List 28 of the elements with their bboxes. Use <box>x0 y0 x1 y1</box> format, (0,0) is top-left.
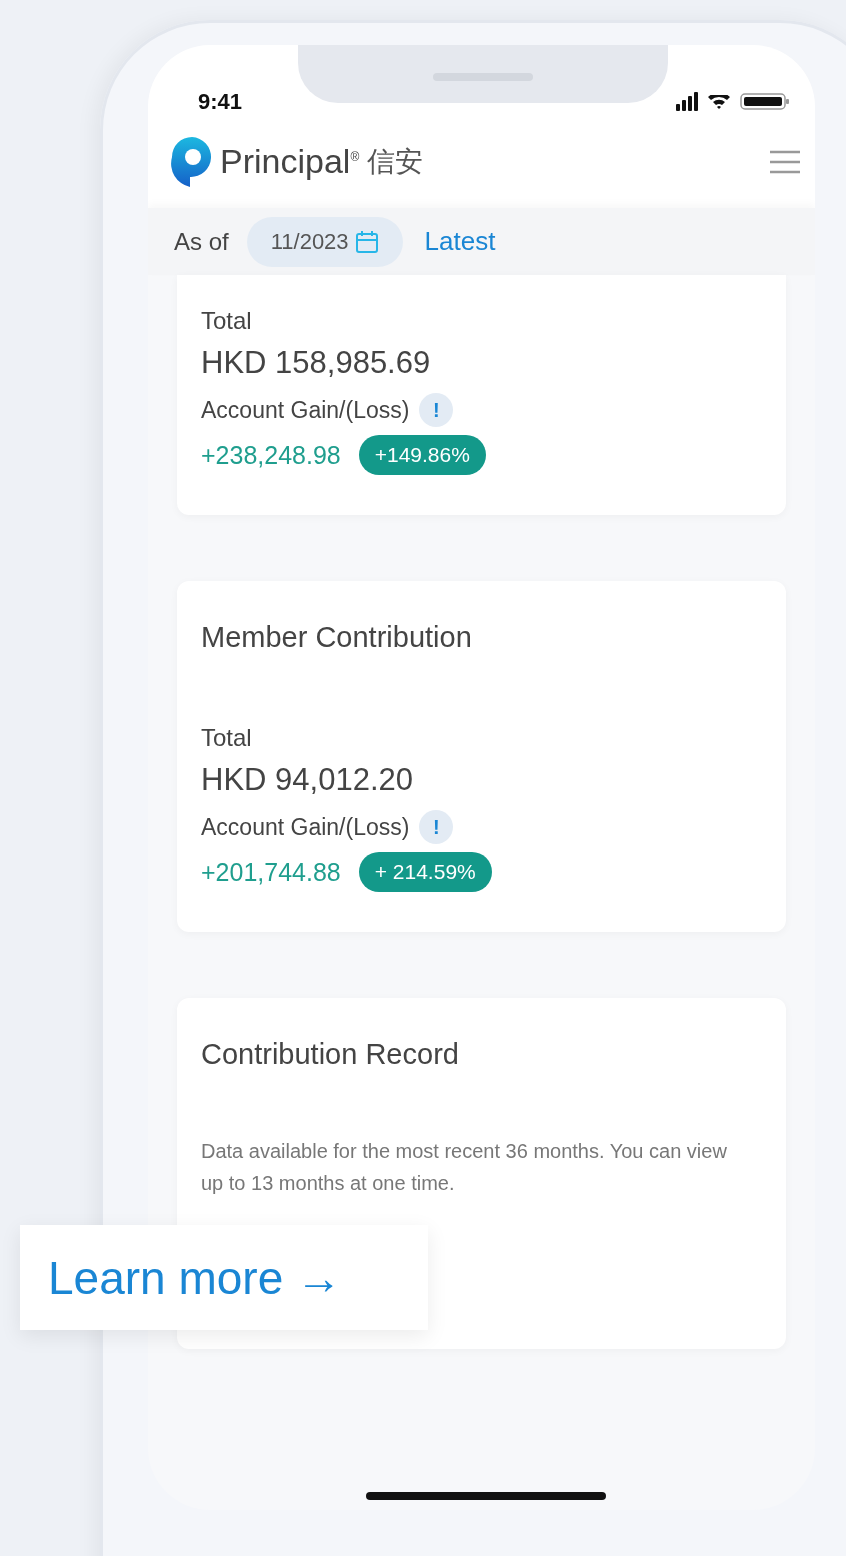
date-picker[interactable]: 11/2023 <box>246 216 403 267</box>
info-button[interactable]: ! <box>419 393 454 427</box>
gain-amount: +238,248.98 <box>201 440 341 470</box>
card-title: Member Contribution <box>201 621 473 654</box>
signal-icon <box>676 92 698 111</box>
info-button[interactable]: ! <box>419 810 454 844</box>
total-amount: HKD 94,012.20 <box>201 762 414 798</box>
total-amount: HKD 158,985.69 <box>201 345 432 381</box>
total-label: Total <box>201 724 253 752</box>
menu-icon[interactable] <box>769 149 801 174</box>
wifi-icon <box>708 94 730 109</box>
gain-percent-badge: + 214.59% <box>358 852 492 892</box>
gain-amount: +201,744.88 <box>201 857 341 887</box>
latest-link[interactable]: Latest <box>424 226 496 257</box>
gain-label: Account Gain/(Loss) <box>201 396 410 424</box>
logo-icon <box>170 134 214 189</box>
calendar-icon <box>354 229 379 254</box>
record-note: Data available for the most recent 36 months. You can view up to 13 months at one time. <box>201 1139 728 1196</box>
brand-name: Principal$^{®}$ <box>220 142 360 181</box>
card-title: Contribution Record <box>201 1038 460 1071</box>
gain-label: Account Gain/(Loss) <box>201 813 410 841</box>
total-label: Total <box>201 307 253 335</box>
battery-icon <box>740 93 789 110</box>
as-of-label: As of <box>174 227 229 256</box>
gain-percent-badge: +149.86% <box>358 435 486 475</box>
learn-more-link[interactable]: Learn more → <box>20 1225 428 1330</box>
brand-chinese-name: 信安 <box>367 144 424 179</box>
status-time: 9:41 <box>198 89 243 115</box>
